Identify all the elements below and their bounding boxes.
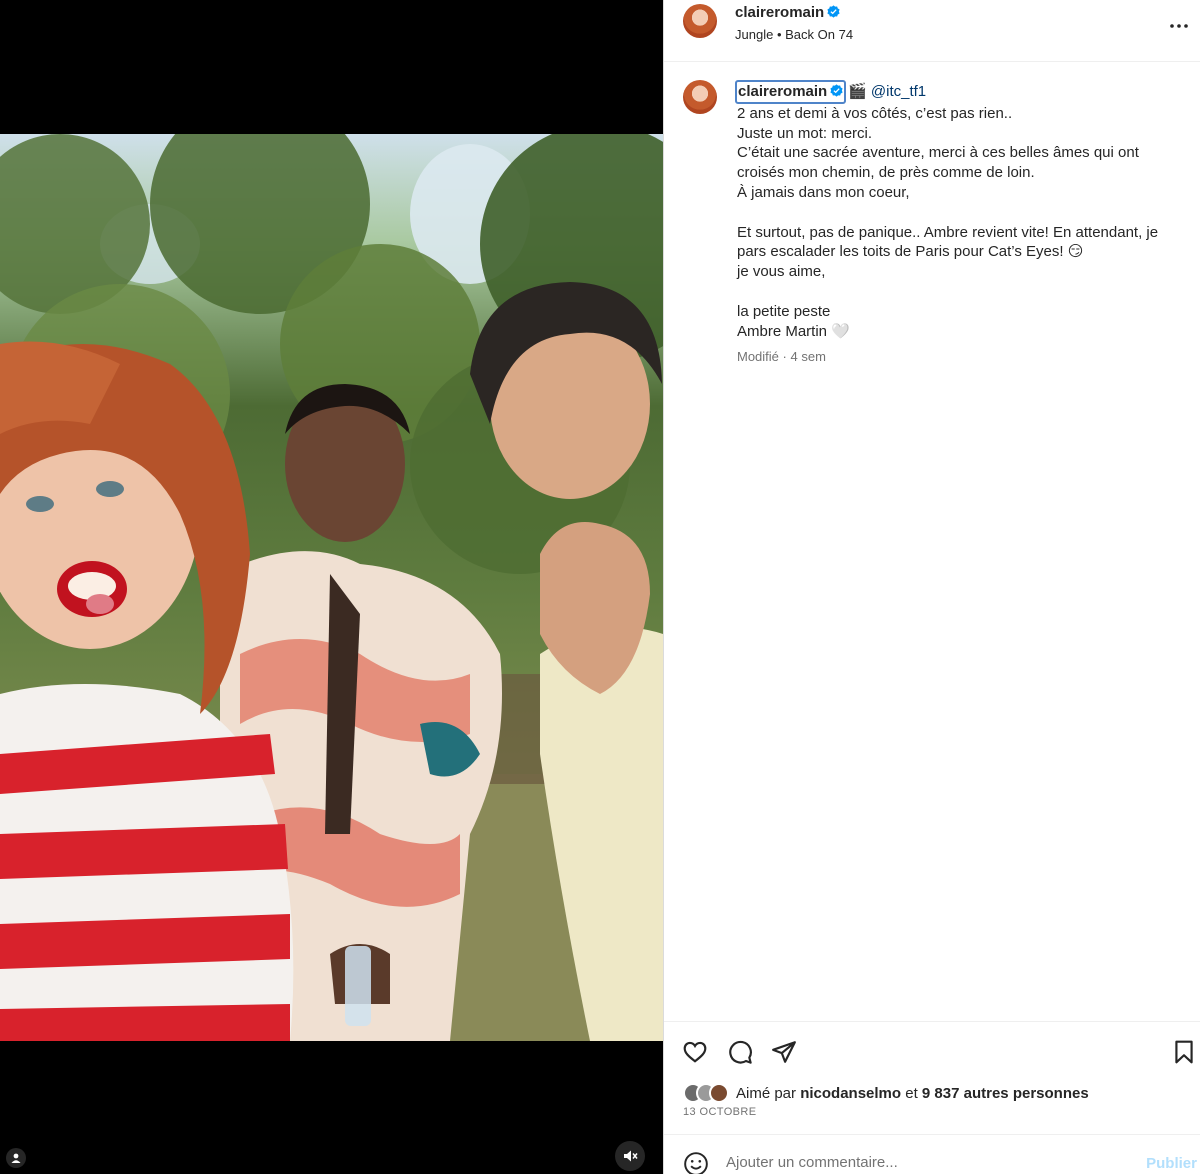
audio-info[interactable]: Jungle • Back On 74 xyxy=(735,27,853,42)
caption-meta: Modifié · 4 sem xyxy=(737,347,1187,367)
post-side-panel: claireromain Jungle • Back On 74 clairer… xyxy=(663,0,1200,1174)
photo-illustration xyxy=(0,134,663,1041)
verified-badge-icon xyxy=(827,5,840,18)
post-username-text[interactable]: claireromain xyxy=(735,4,824,21)
paper-plane-icon[interactable] xyxy=(771,1039,797,1065)
liker-username[interactable]: nicodanselmo xyxy=(800,1085,901,1102)
more-options-icon[interactable] xyxy=(1167,14,1191,38)
caption-head: claireromain 🎬 @itc_tf1 xyxy=(735,80,1187,104)
caption-username[interactable]: claireromain xyxy=(735,80,847,104)
comment-input[interactable] xyxy=(726,1154,1126,1171)
audio-separator: • xyxy=(776,27,782,42)
user-tags-button[interactable] xyxy=(6,1148,26,1168)
post-photo[interactable] xyxy=(0,134,663,1041)
user-tag-icon xyxy=(11,1153,21,1163)
comment-bar: Publier xyxy=(664,1134,1200,1174)
edited-label: Modifié xyxy=(737,349,779,365)
post-header: claireromain Jungle • Back On 74 xyxy=(664,0,1200,62)
comment-bubble-icon[interactable] xyxy=(727,1039,753,1065)
likes-connector: et xyxy=(905,1084,918,1102)
audio-track[interactable]: Back On 74 xyxy=(785,27,853,42)
meta-separator: · xyxy=(782,349,787,365)
likes-prefix: Aimé par xyxy=(736,1084,797,1102)
speaker-muted-icon xyxy=(624,1150,638,1162)
likes-row: Aimé par nicodanselmo et 9 837 autres pe… xyxy=(683,1081,1089,1105)
heart-icon[interactable] xyxy=(682,1039,708,1065)
liker-avatar[interactable] xyxy=(709,1083,729,1103)
mute-button[interactable] xyxy=(615,1141,645,1171)
likes-text: Aimé par nicodanselmo et 9 837 autres pe… xyxy=(736,1085,1089,1102)
post-caption: claireromain 🎬 @itc_tf1 2 ans et demi à … xyxy=(664,62,1200,364)
mention-link[interactable]: @itc_tf1 xyxy=(871,82,926,102)
caption-avatar[interactable] xyxy=(683,80,717,114)
avatar[interactable] xyxy=(683,4,717,38)
likes-count[interactable]: 9 837 autres personnes xyxy=(922,1085,1089,1102)
bookmark-icon[interactable] xyxy=(1171,1039,1197,1065)
caption-username-text[interactable]: claireromain xyxy=(738,83,827,100)
post-media[interactable] xyxy=(0,0,663,1174)
verified-badge-icon xyxy=(830,84,843,97)
caption-text: 2 ans et demi à vos côtés, c’est pas rie… xyxy=(737,104,1159,340)
post-date[interactable]: 13 OCTOBRE xyxy=(683,1106,757,1118)
audio-artist[interactable]: Jungle xyxy=(735,27,773,42)
caption-body: claireromain 🎬 @itc_tf1 2 ans et demi à … xyxy=(735,80,1187,367)
post-age[interactable]: 4 sem xyxy=(791,349,826,364)
action-bar xyxy=(664,1021,1200,1079)
post-username[interactable]: claireromain xyxy=(735,4,840,21)
smiley-icon[interactable] xyxy=(683,1151,709,1174)
clapper-emoji: 🎬 xyxy=(848,83,867,100)
publish-button[interactable]: Publier xyxy=(1146,1155,1197,1172)
